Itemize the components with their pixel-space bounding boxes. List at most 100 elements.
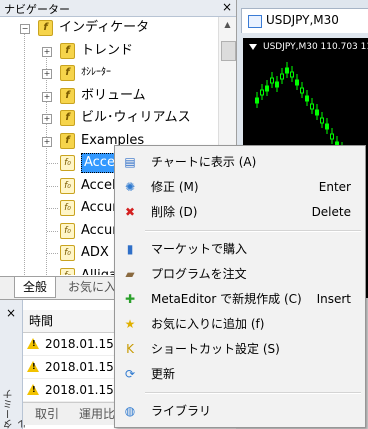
menu-separator [145,392,361,394]
tab-trade[interactable]: 取引 [35,405,59,422]
warning-mark: ! [32,362,36,371]
tree-folder[interactable]: + f トレンド [0,40,218,62]
candle-body [260,89,264,96]
tree-folder[interactable]: + f ｵｼﾚｰﾀｰ [0,62,218,84]
expand-icon[interactable]: + [42,91,52,102]
tab-history[interactable]: 運用比 [79,405,115,422]
candle-body [325,123,329,130]
tree-connector [47,230,58,232]
menu-item[interactable]: K ショートカット設定 (S) [117,337,363,361]
refresh-icon: ⟳ [124,367,136,381]
menu-item[interactable]: ▤ チャートに表示 (A) [117,150,363,174]
menu-item-shortcut: Enter [318,180,351,194]
library-icon: ◍ [124,404,136,418]
menu-item[interactable]: ▰ プログラムを注文 [117,262,363,286]
folder-icon: f [38,20,53,36]
candle-body [285,67,289,74]
tab-all[interactable]: 全般 [14,277,57,298]
context-menu: ▤ チャートに表示 (A) ✺ 修正 (M) Enter ✖ 削除 (D) Delete ▮ マー… [114,145,366,428]
folder-icon: f [60,42,75,59]
scrollbar-thumb[interactable] [221,41,236,61]
candle-body [330,133,334,140]
candle-body [310,103,314,110]
menu-item-label: 修正 (M) [151,180,199,194]
menu-item-label: ライブラリ [151,404,212,418]
candle-body [295,79,299,86]
menu-item-shortcut: Insert [316,292,351,306]
tree-folder[interactable]: + f ビル･ウィリアムス [0,107,218,129]
tree-folder[interactable]: + f ボリューム [0,85,218,107]
candle-body [305,95,309,102]
menu-separator [145,230,361,232]
indicator-icon: f₀ [60,267,75,275]
close-icon[interactable]: × [222,0,232,14]
navigator-title: ナビゲーター [4,3,70,16]
candle-body [280,73,284,80]
candle-body [300,87,304,94]
scroll-up-icon[interactable]: ▲ [219,17,236,33]
folder-icon: f [60,110,75,126]
menu-item-label: ショートカット設定 (S) [151,342,280,356]
menu-item-label: MetaEditor で新規作成 (C) [151,292,302,306]
candle-body [270,77,274,84]
market-icon: ▮ [126,242,134,256]
menu-item-label: お気に入りに追加 (f) [151,317,265,331]
collapse-icon[interactable]: − [20,24,30,34]
delete-icon: ✖ [124,205,136,219]
menu-item-label: 削除 (D) [151,205,198,219]
menu-item[interactable]: ▮ マーケットで購入 [117,237,363,261]
add-icon: ✚ [124,292,136,306]
row-time: 2018.01.15 [45,360,114,374]
folder-icon: f [60,65,75,81]
indicator-icon: f₀ [60,222,75,239]
menu-item[interactable]: ✚ MetaEditor で新規作成 (C) Insert [117,287,363,311]
menu-item[interactable]: ★ お気に入りに追加 (f) [117,312,363,336]
tree-item-label: ボリューム [81,87,146,103]
indicator-icon: f₀ [60,200,75,216]
folder-icon: f [60,132,75,149]
menu-item-label: チャートに表示 (A) [151,155,257,169]
chart-window-icon [248,15,262,28]
menu-item[interactable]: ✺ 修正 (M) Enter [117,175,363,199]
menu-item[interactable]: ✖ 削除 (D) Delete [117,200,363,224]
close-icon[interactable]: × [6,306,16,320]
menu-item-label: マーケットで購入 [151,242,248,256]
chart-tab-label: USDJPY,M30 [266,13,339,27]
candle-body [265,85,269,92]
expand-icon[interactable]: + [42,136,52,147]
menu-item-label: プログラムを注文 [151,267,247,281]
menu-item[interactable]: ⟳ 更新 [117,362,363,386]
indicator-icon: f₀ [60,155,75,171]
navigator-title-bar: ナビゲーター × [0,0,236,17]
candle-body [255,97,259,104]
tree-connector [47,163,58,164]
candle-body [320,117,324,124]
row-time: 2018.01.15 [45,383,114,397]
warning-mark: ! [32,339,36,348]
expand-icon[interactable]: + [42,114,52,124]
tree-connector [47,185,58,187]
indicator-icon: f₀ [60,245,75,261]
tree-item-label: ｵｼﾚｰﾀｰ [81,67,111,78]
tree-connector [47,253,58,254]
candle-body [290,71,294,78]
chart-icon: ▤ [124,155,136,169]
menu-item[interactable]: ◍ ライブラリ [117,399,363,423]
menu-item-label: 更新 [151,367,176,381]
tree-connector [47,208,58,209]
warning-mark: ! [32,385,36,394]
candle-body [315,109,319,116]
candle-body [275,81,279,88]
gear-icon: ✺ [124,180,136,194]
expand-icon[interactable]: + [42,69,52,79]
tree-item-label: インディケータ [59,20,150,35]
chart-tab[interactable]: USDJPY,M30 [241,8,368,33]
hotkey-icon: K [126,342,134,356]
terminal-side-strip: × ターミナル [0,300,30,429]
menu-item-shortcut: Delete [311,205,351,219]
tree-item-label: ADX [81,245,109,260]
column-time[interactable]: 時間 [29,310,53,332]
tree-folder[interactable]: − f インディケータ [0,17,218,39]
folder-icon: f [60,87,75,104]
expand-icon[interactable]: + [42,46,52,57]
